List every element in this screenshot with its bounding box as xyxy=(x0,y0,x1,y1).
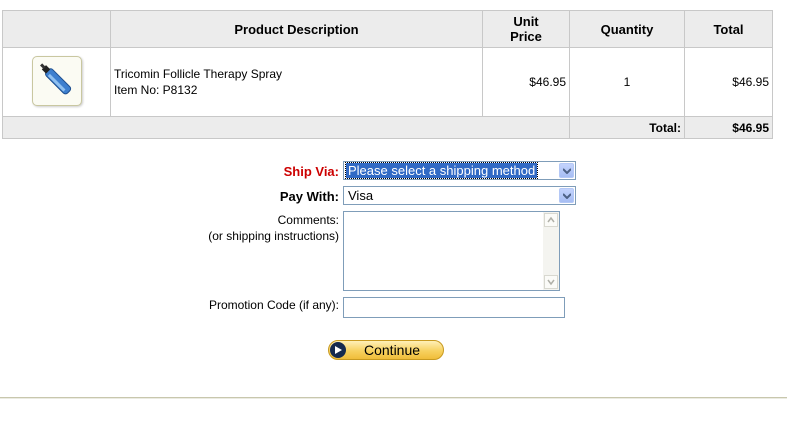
header-image xyxy=(2,10,111,48)
header-unit-price-line1: Unit xyxy=(513,14,539,29)
comments-label: Comments: xyxy=(277,213,339,227)
arrow-right-icon xyxy=(330,342,346,358)
pay-with-label: Pay With: xyxy=(279,189,339,204)
header-total: Total xyxy=(684,10,773,48)
comments-sublabel: (or shipping instructions) xyxy=(208,229,339,243)
product-quantity: 1 xyxy=(569,47,685,117)
cart-header-row: Product Description Unit Price Quantity … xyxy=(2,10,773,48)
spray-bottle-icon[interactable] xyxy=(31,56,82,106)
pay-with-select[interactable]: Visa xyxy=(343,186,576,205)
ship-via-value: Please select a shipping method xyxy=(344,162,539,179)
product-item-no: Item No: P8132 xyxy=(114,83,198,97)
product-unit-price: $46.95 xyxy=(482,47,570,117)
ship-via-select[interactable]: Please select a shipping method xyxy=(343,161,576,180)
continue-label: Continue xyxy=(364,342,421,358)
ship-via-label: Ship Via: xyxy=(283,164,339,179)
total-value: $46.95 xyxy=(684,116,773,139)
cart-footer-row: Total: $46.95 xyxy=(2,116,773,139)
scroll-up-icon[interactable] xyxy=(544,213,558,227)
product-description: Tricomin Follicle Therapy Spray Item No:… xyxy=(110,47,483,117)
comments-textarea[interactable] xyxy=(343,211,560,291)
total-label: Total: xyxy=(569,116,685,139)
promo-code-label: Promotion Code (if any): xyxy=(208,298,339,312)
chevron-down-icon[interactable] xyxy=(559,188,574,203)
comments-scrollbar[interactable] xyxy=(543,212,559,290)
table-row: Tricomin Follicle Therapy Spray Item No:… xyxy=(2,47,773,117)
product-total: $46.95 xyxy=(684,47,773,117)
product-image-cell xyxy=(2,47,111,117)
pay-with-value: Visa xyxy=(348,188,374,203)
footer-divider-shadow xyxy=(0,398,787,399)
cart-table: Product Description Unit Price Quantity … xyxy=(2,10,773,139)
footer-spacer xyxy=(2,116,570,139)
header-unit-price: Unit Price xyxy=(482,10,570,48)
product-name[interactable]: Tricomin Follicle Therapy Spray xyxy=(114,67,282,81)
scroll-down-icon[interactable] xyxy=(544,275,558,289)
header-description: Product Description xyxy=(110,10,483,48)
header-unit-price-line2: Price xyxy=(510,29,542,44)
header-quantity: Quantity xyxy=(569,10,685,48)
continue-button[interactable]: Continue xyxy=(328,340,444,360)
promo-code-input[interactable] xyxy=(343,297,565,318)
chevron-down-icon[interactable] xyxy=(559,163,574,178)
